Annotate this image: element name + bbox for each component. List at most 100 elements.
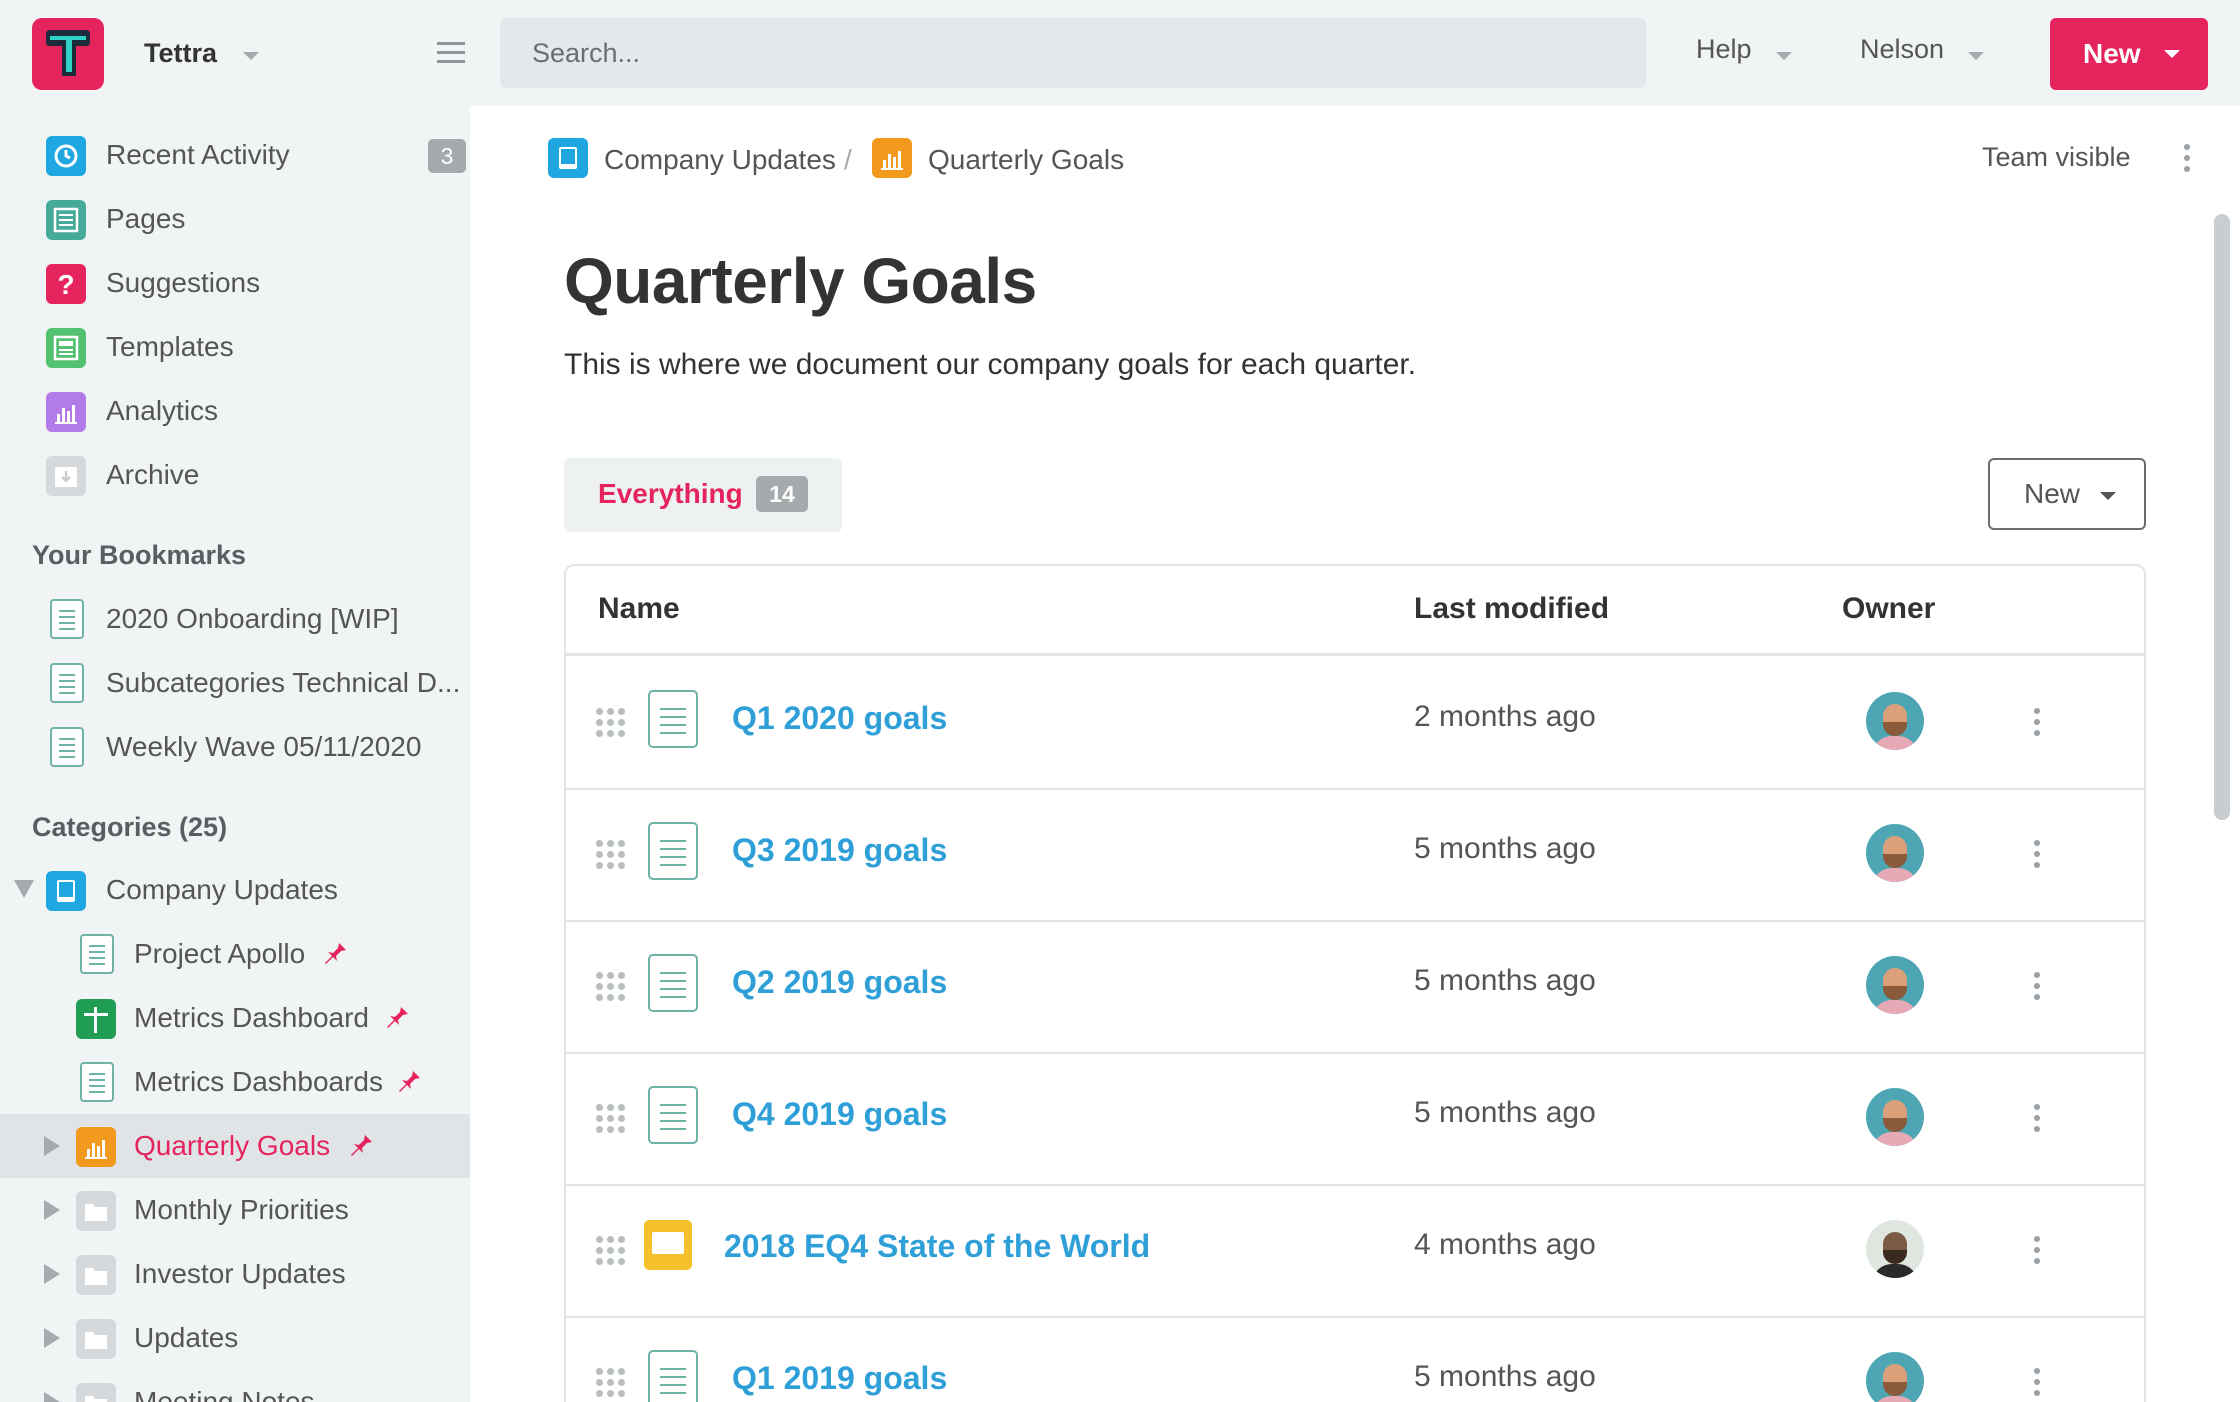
more-options-icon[interactable] bbox=[2034, 708, 2040, 741]
workspace-name[interactable]: Tettra bbox=[144, 38, 217, 69]
chevron-down-icon[interactable] bbox=[243, 52, 259, 62]
avatar[interactable] bbox=[1866, 824, 1924, 882]
drag-handle-icon[interactable] bbox=[596, 1368, 626, 1398]
pages-icon bbox=[46, 200, 86, 240]
category-company-updates[interactable]: Company Updates bbox=[0, 858, 470, 922]
bookmark-item[interactable]: Weekly Wave 05/11/2020 bbox=[0, 715, 470, 779]
hamburger-menu-icon[interactable] bbox=[437, 42, 465, 64]
category-project-apollo[interactable]: Project Apollo bbox=[0, 922, 470, 986]
bookmark-item[interactable]: Subcategories Technical D... bbox=[0, 651, 470, 715]
chevron-down-icon bbox=[2164, 50, 2180, 58]
avatar[interactable] bbox=[1866, 1352, 1924, 1402]
tettra-logo-icon[interactable] bbox=[32, 18, 104, 90]
sidebar-item-archive[interactable]: Archive bbox=[0, 443, 470, 507]
page-description: This is where we document our company go… bbox=[564, 348, 1417, 381]
more-options-icon[interactable] bbox=[2034, 840, 2040, 873]
drag-handle-icon[interactable] bbox=[596, 972, 626, 1002]
breadcrumb-current: Quarterly Goals bbox=[928, 144, 1125, 175]
tab-everything[interactable]: Everything 14 bbox=[564, 458, 842, 532]
page-link[interactable]: Q4 2019 goals bbox=[732, 1096, 947, 1133]
category-label: Meeting Notes bbox=[134, 1386, 315, 1402]
bookmark-label: Weekly Wave 05/11/2020 bbox=[106, 731, 422, 762]
search-input[interactable]: Search... bbox=[500, 18, 1646, 88]
main-scrollbar[interactable] bbox=[2214, 214, 2230, 820]
more-options-icon[interactable] bbox=[2034, 972, 2040, 1005]
breadcrumb-parent-link[interactable]: Company Updates bbox=[604, 144, 836, 176]
triangle-down-icon[interactable] bbox=[14, 880, 34, 898]
table-row[interactable]: Q1 2020 goals 2 months ago bbox=[566, 658, 2144, 790]
category-label: Project Apollo bbox=[134, 938, 306, 969]
help-menu[interactable]: Help bbox=[1696, 34, 1752, 65]
new-button[interactable]: New bbox=[2050, 18, 2208, 90]
category-label: Updates bbox=[134, 1322, 239, 1353]
new-page-button[interactable]: New bbox=[1988, 458, 2146, 530]
category-monthly-priorities[interactable]: Monthly Priorities bbox=[0, 1178, 470, 1242]
sidebar-item-templates[interactable]: Templates bbox=[0, 315, 470, 379]
triangle-right-icon[interactable] bbox=[44, 1392, 60, 1402]
avatar[interactable] bbox=[1866, 1088, 1924, 1146]
visibility-label[interactable]: Team visible bbox=[1982, 142, 2131, 173]
sidebar-item-suggestions[interactable]: ? Suggestions bbox=[0, 251, 470, 315]
avatar[interactable] bbox=[1866, 692, 1924, 750]
triangle-right-icon[interactable] bbox=[44, 1136, 60, 1156]
drag-handle-icon[interactable] bbox=[596, 1104, 626, 1134]
doc-icon bbox=[50, 599, 84, 639]
more-options-icon[interactable] bbox=[2034, 1236, 2040, 1269]
table-header: Name Last modified Owner bbox=[566, 566, 2144, 656]
category-label: Monthly Priorities bbox=[134, 1194, 349, 1225]
doc-icon bbox=[648, 822, 698, 880]
page-link[interactable]: Q2 2019 goals bbox=[732, 964, 947, 1001]
column-header-modified[interactable]: Last modified bbox=[1414, 592, 1609, 626]
sidebar-item-analytics[interactable]: Analytics bbox=[0, 379, 470, 443]
table-row[interactable]: Q4 2019 goals 5 months ago bbox=[566, 1054, 2144, 1186]
bookmark-item[interactable]: 2020 Onboarding [WIP] bbox=[0, 587, 470, 651]
table-row[interactable]: Q1 2019 goals 5 months ago bbox=[566, 1318, 2144, 1402]
page-link[interactable]: 2018 EQ4 State of the World bbox=[724, 1228, 1150, 1265]
column-header-name[interactable]: Name bbox=[598, 592, 680, 626]
triangle-right-icon[interactable] bbox=[44, 1264, 60, 1284]
chevron-down-icon[interactable] bbox=[1968, 52, 1984, 62]
more-options-icon[interactable] bbox=[2034, 1368, 2040, 1401]
pin-icon bbox=[325, 940, 346, 964]
book-icon bbox=[46, 871, 86, 911]
bookmark-label: 2020 Onboarding [WIP] bbox=[106, 603, 399, 634]
category-quarterly-goals[interactable]: Quarterly Goals bbox=[0, 1114, 470, 1178]
drag-handle-icon[interactable] bbox=[596, 840, 626, 870]
page-link[interactable]: Q1 2020 goals bbox=[732, 700, 947, 737]
last-modified: 2 months ago bbox=[1414, 700, 1596, 733]
category-metrics-dashboard[interactable]: Metrics Dashboard bbox=[0, 986, 470, 1050]
drag-handle-icon[interactable] bbox=[596, 1236, 626, 1266]
pages-table: Name Last modified Owner Q1 2020 goals 2… bbox=[564, 564, 2146, 1402]
categories-heading: Categories (25) bbox=[32, 812, 228, 842]
table-row[interactable]: Q3 2019 goals 5 months ago bbox=[566, 790, 2144, 922]
category-meeting-notes[interactable]: Meeting Notes bbox=[0, 1370, 470, 1402]
table-row[interactable]: 2018 EQ4 State of the World 4 months ago bbox=[566, 1186, 2144, 1318]
new-button-label: New bbox=[2083, 38, 2141, 69]
column-header-owner[interactable]: Owner bbox=[1842, 592, 1935, 626]
sidebar-item-recent-activity[interactable]: Recent Activity 3 bbox=[0, 123, 470, 187]
doc-icon bbox=[648, 954, 698, 1012]
page-link[interactable]: Q1 2019 goals bbox=[732, 1360, 947, 1397]
table-row[interactable]: Q2 2019 goals 5 months ago bbox=[566, 922, 2144, 1054]
doc-icon bbox=[80, 934, 114, 974]
category-metrics-dashboards[interactable]: Metrics Dashboards bbox=[0, 1050, 470, 1114]
folder-icon bbox=[76, 1319, 116, 1359]
bookmark-label: Subcategories Technical D... bbox=[106, 667, 461, 698]
chevron-down-icon[interactable] bbox=[1776, 52, 1792, 62]
triangle-right-icon[interactable] bbox=[44, 1328, 60, 1348]
doc-icon bbox=[50, 663, 84, 703]
page-link[interactable]: Q3 2019 goals bbox=[732, 832, 947, 869]
category-updates[interactable]: Updates bbox=[0, 1306, 470, 1370]
doc-icon bbox=[648, 1086, 698, 1144]
sidebar-item-pages[interactable]: Pages bbox=[0, 187, 470, 251]
avatar[interactable] bbox=[1866, 1220, 1924, 1278]
more-options-icon[interactable] bbox=[2034, 1104, 2040, 1137]
user-menu[interactable]: Nelson bbox=[1860, 34, 1944, 65]
drag-handle-icon[interactable] bbox=[596, 708, 626, 738]
more-options-icon[interactable] bbox=[2184, 144, 2190, 177]
avatar[interactable] bbox=[1866, 956, 1924, 1014]
bookmarks-heading: Your Bookmarks bbox=[32, 540, 247, 570]
category-investor-updates[interactable]: Investor Updates bbox=[0, 1242, 470, 1306]
triangle-right-icon[interactable] bbox=[44, 1200, 60, 1220]
analytics-icon bbox=[46, 392, 86, 432]
